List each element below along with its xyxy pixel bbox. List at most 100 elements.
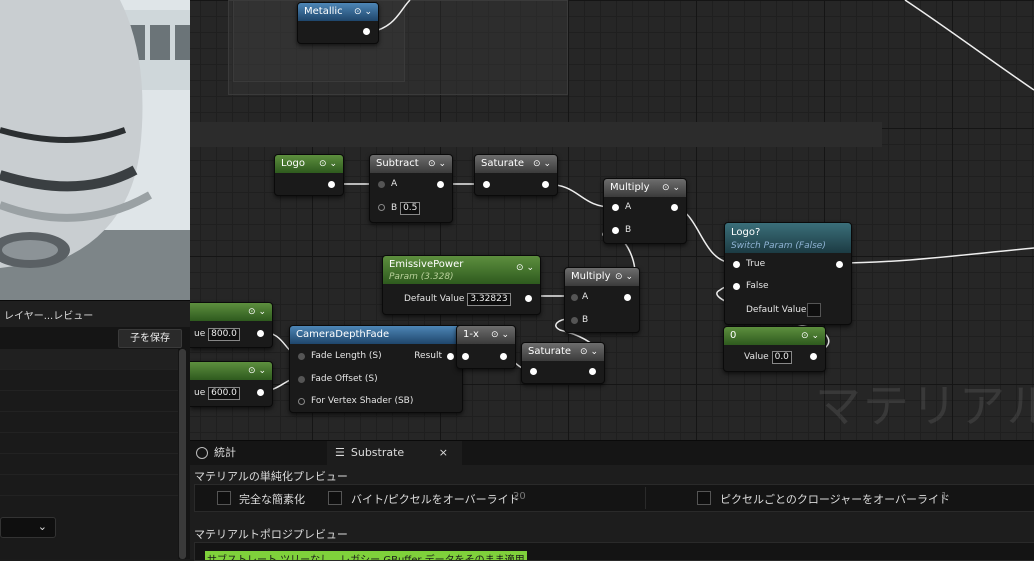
option-value[interactable]: 1 bbox=[941, 491, 947, 502]
input-pin-b[interactable] bbox=[378, 204, 385, 211]
chevron-down-icon[interactable]: ⊙ ⌄ bbox=[580, 343, 598, 361]
scrollbar-thumb[interactable] bbox=[179, 349, 186, 559]
constant-zero-node[interactable]: 0 ⊙ ⌄ Value 0.0 bbox=[723, 326, 826, 372]
output-pin[interactable] bbox=[257, 330, 264, 337]
node-header: ⊙ ⌄ bbox=[190, 362, 272, 380]
save-child-button[interactable]: 子を保存 bbox=[118, 329, 182, 348]
input-pin-false[interactable] bbox=[733, 283, 740, 290]
list-item[interactable] bbox=[0, 454, 178, 475]
input-pin[interactable] bbox=[530, 368, 537, 375]
list-item[interactable] bbox=[0, 349, 178, 370]
output-pin[interactable] bbox=[836, 261, 843, 268]
list-item[interactable] bbox=[0, 433, 178, 454]
output-pin[interactable] bbox=[257, 389, 264, 396]
one-minus-node[interactable]: 1-x ⊙ ⌄ bbox=[456, 325, 516, 369]
bytes-override-checkbox[interactable] bbox=[328, 491, 342, 505]
close-icon[interactable]: × bbox=[439, 441, 448, 465]
input-pin[interactable] bbox=[483, 181, 490, 188]
closure-override-checkbox[interactable] bbox=[697, 491, 711, 505]
scrollbar[interactable] bbox=[179, 349, 186, 559]
output-pin[interactable] bbox=[328, 181, 335, 188]
node-title: Multiply bbox=[610, 182, 650, 193]
saturate-node[interactable]: Saturate ⊙ ⌄ bbox=[474, 154, 558, 196]
chevron-down-icon[interactable]: ⊙ ⌄ bbox=[248, 362, 266, 380]
dropdown[interactable]: ⌄ bbox=[0, 517, 56, 538]
output-pin[interactable] bbox=[624, 294, 631, 301]
multiply-node-2[interactable]: Multiply ⊙ ⌄ A B bbox=[564, 267, 640, 333]
subtract-node[interactable]: Subtract ⊙ ⌄ A B 0.5 bbox=[369, 154, 453, 223]
chevron-down-icon[interactable]: ⊙ ⌄ bbox=[319, 155, 337, 173]
output-pin[interactable] bbox=[500, 353, 507, 360]
value-label: ue 600.0 bbox=[194, 387, 240, 400]
node-title: Logo bbox=[281, 158, 305, 169]
fade-length-param-node[interactable]: ⊙ ⌄ ue 800.0 bbox=[190, 302, 273, 348]
pin-label-result: Result bbox=[414, 351, 442, 361]
output-pin[interactable] bbox=[542, 181, 549, 188]
value-field[interactable]: 600.0 bbox=[208, 387, 240, 400]
material-preview-viewport[interactable] bbox=[0, 0, 190, 300]
list-item[interactable] bbox=[0, 412, 178, 433]
value-field[interactable]: 800.0 bbox=[208, 328, 240, 341]
option-value[interactable]: 20 bbox=[513, 491, 526, 502]
input-pin-b[interactable] bbox=[612, 227, 619, 234]
camera-depth-fade-node[interactable]: CameraDepthFade Fade Length (S) Result F… bbox=[289, 325, 463, 413]
list-item[interactable] bbox=[0, 475, 178, 496]
node-header: 0 ⊙ ⌄ bbox=[724, 327, 825, 345]
chevron-down-icon[interactable]: ⊙ ⌄ bbox=[248, 303, 266, 321]
default-value-label: Default Value bbox=[746, 305, 807, 315]
saturate-node-2[interactable]: Saturate ⊙ ⌄ bbox=[521, 342, 605, 384]
value-field[interactable]: 0.0 bbox=[771, 351, 792, 364]
logo-node[interactable]: Logo ⊙ ⌄ bbox=[274, 154, 344, 196]
output-pin[interactable] bbox=[810, 353, 817, 360]
node-title: CameraDepthFade bbox=[296, 329, 390, 340]
output-pin[interactable] bbox=[447, 353, 454, 360]
chevron-down-icon[interactable]: ⊙ ⌄ bbox=[491, 326, 509, 344]
chevron-down-icon[interactable]: ⊙ ⌄ bbox=[801, 327, 819, 345]
list-item[interactable] bbox=[0, 370, 178, 391]
logo-switch-node[interactable]: Logo? Switch Param (False) True False De… bbox=[724, 222, 852, 325]
tab-label: 統計 bbox=[214, 446, 236, 459]
input-pin-fade-length[interactable] bbox=[298, 353, 305, 360]
b-value-field[interactable]: 0.5 bbox=[400, 202, 421, 215]
default-value-field[interactable]: 3.32823 bbox=[467, 293, 511, 306]
full-simplify-checkbox[interactable] bbox=[217, 491, 231, 505]
comment-watermark: マテリアル bbox=[815, 379, 1034, 433]
node-header: Saturate ⊙ ⌄ bbox=[522, 343, 604, 361]
multiply-node[interactable]: Multiply ⊙ ⌄ A B bbox=[603, 178, 687, 244]
output-pin[interactable] bbox=[363, 28, 370, 35]
output-pin[interactable] bbox=[671, 204, 678, 211]
tab-stats[interactable]: 統計 bbox=[196, 441, 326, 465]
input-pin-b[interactable] bbox=[571, 317, 578, 324]
pin-label-b: B bbox=[582, 315, 589, 325]
input-pin-a[interactable] bbox=[612, 204, 619, 211]
output-pin[interactable] bbox=[589, 368, 596, 375]
output-pin[interactable] bbox=[437, 181, 444, 188]
input-pin-a[interactable] bbox=[378, 181, 385, 188]
fade-offset-param-node[interactable]: ⊙ ⌄ ue 600.0 bbox=[190, 361, 273, 407]
node-title: Saturate bbox=[481, 158, 525, 169]
tab-substrate[interactable]: ☰ Substrate × bbox=[327, 441, 462, 465]
value-label: Value 0.0 bbox=[744, 351, 792, 364]
output-pin[interactable] bbox=[525, 295, 532, 302]
chevron-down-icon[interactable]: ⊙ ⌄ bbox=[428, 155, 446, 173]
chevron-down-icon[interactable]: ⊙ ⌄ bbox=[615, 268, 633, 286]
input-pin[interactable] bbox=[462, 353, 469, 360]
panel-header: レイヤー...レビュー bbox=[0, 301, 190, 327]
metallic-node[interactable]: Metallic ⊙ ⌄ bbox=[297, 2, 379, 44]
pin-label-b: B bbox=[625, 225, 632, 235]
chevron-down-icon[interactable]: ⊙ ⌄ bbox=[533, 155, 551, 173]
input-pin-true[interactable] bbox=[733, 261, 740, 268]
default-value-checkbox[interactable] bbox=[807, 303, 821, 317]
comment-header-bar[interactable] bbox=[190, 122, 882, 147]
chevron-down-icon[interactable]: ⊙ ⌄ bbox=[516, 262, 534, 274]
emissive-power-node[interactable]: EmissivePower Param (3.328) ⊙ ⌄ Default … bbox=[382, 255, 541, 315]
input-pin-fade-offset[interactable] bbox=[298, 376, 305, 383]
divider bbox=[645, 487, 646, 509]
input-pin-vertex-shader[interactable] bbox=[298, 398, 305, 405]
list-item[interactable] bbox=[0, 391, 178, 412]
options-row: 完全な簡素化 バイト/ピクセルをオーバーライド 20 ピクセルごとのクロージャー… bbox=[194, 484, 1034, 512]
node-title: EmissivePower bbox=[389, 259, 464, 270]
chevron-down-icon[interactable]: ⊙ ⌄ bbox=[354, 3, 372, 21]
input-pin-a[interactable] bbox=[571, 294, 578, 301]
chevron-down-icon[interactable]: ⊙ ⌄ bbox=[662, 179, 680, 197]
